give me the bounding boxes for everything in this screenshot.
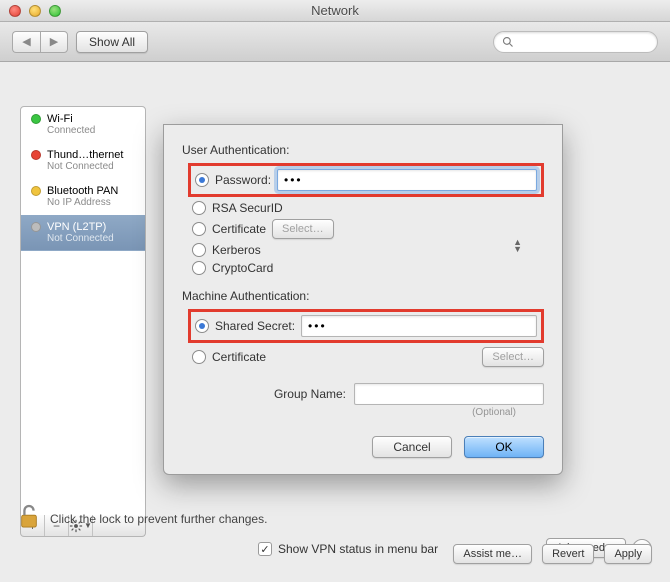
password-highlight: Password: [188, 163, 544, 197]
sidebar-item-wifi[interactable]: Wi-Fi Connected [21, 107, 145, 143]
sidebar-item-label: VPN (L2TP) [47, 221, 106, 233]
show-vpn-status-checkbox[interactable]: ✓ [258, 542, 272, 556]
crypto-radio[interactable] [192, 261, 206, 275]
shared-secret-field[interactable] [301, 315, 537, 337]
user-auth-section-label: User Authentication: [182, 143, 544, 157]
status-dot-icon [31, 186, 41, 196]
rsa-row: RSA SecurID [192, 201, 544, 215]
authentication-sheet: User Authentication: Password: RSA Secur… [163, 124, 563, 475]
machine-cert-label: Certificate [212, 350, 266, 364]
machine-cert-select-button: Select… [482, 347, 544, 367]
apply-button[interactable]: Apply [604, 544, 652, 564]
shared-secret-label: Shared Secret: [215, 319, 295, 333]
sidebar-item-label: Thund…thernet [47, 149, 123, 161]
search-icon [502, 36, 514, 48]
password-radio[interactable] [195, 173, 209, 187]
crypto-row: CryptoCard [192, 261, 544, 275]
lock-row: Click the lock to prevent further change… [18, 503, 267, 534]
status-dot-icon [31, 222, 41, 232]
status-dot-icon [31, 114, 41, 124]
group-name-label: Group Name: [274, 387, 346, 401]
window-title: Network [0, 3, 670, 18]
sidebar-item-vpn-l2tp[interactable]: VPN (L2TP) Not Connected [21, 215, 145, 251]
shared-secret-radio[interactable] [195, 319, 209, 333]
sidebar-item-status: Connected [31, 125, 137, 136]
status-dot-icon [31, 150, 41, 160]
user-cert-radio[interactable] [192, 222, 206, 236]
rsa-radio[interactable] [192, 201, 206, 215]
user-cert-label: Certificate [212, 222, 266, 236]
sidebar-item-thunderbolt-ethernet[interactable]: Thund…thernet Not Connected [21, 143, 145, 179]
user-cert-select-button: Select… [272, 219, 334, 239]
password-label: Password: [215, 173, 271, 187]
kerberos-radio[interactable] [192, 243, 206, 257]
titlebar: Network [0, 0, 670, 22]
bottom-button-row: Assist me… Revert Apply [453, 544, 652, 564]
shared-secret-highlight: Shared Secret: [188, 309, 544, 343]
machine-cert-radio[interactable] [192, 350, 206, 364]
lock-icon[interactable] [18, 503, 40, 534]
sidebar-item-status: Not Connected [31, 233, 137, 244]
show-vpn-status-label: Show VPN status in menu bar [278, 542, 438, 556]
rsa-label: RSA SecurID [212, 201, 283, 215]
sheet-button-row: Cancel OK [182, 436, 544, 458]
crypto-label: CryptoCard [212, 261, 273, 275]
show-all-button[interactable]: Show All [76, 31, 148, 53]
sidebar-item-label: Wi-Fi [47, 113, 73, 125]
machine-cert-row: Certificate Select… [192, 347, 544, 367]
network-services-list: Wi-Fi Connected Thund…thernet Not Connec… [20, 106, 146, 516]
user-cert-row: Certificate Select… [192, 219, 544, 239]
group-name-field[interactable] [354, 383, 544, 405]
sidebar-item-status: Not Connected [31, 161, 137, 172]
sidebar-item-label: Bluetooth PAN [47, 185, 118, 197]
kerberos-row: Kerberos [192, 243, 544, 257]
machine-auth-section-label: Machine Authentication: [182, 289, 544, 303]
sidebar-item-bluetooth-pan[interactable]: Bluetooth PAN No IP Address [21, 179, 145, 215]
lock-text: Click the lock to prevent further change… [50, 512, 267, 526]
group-name-row: Group Name: [182, 383, 544, 405]
forward-button[interactable]: ▶ [40, 31, 68, 53]
ok-button[interactable]: OK [464, 436, 544, 458]
revert-button[interactable]: Revert [542, 544, 594, 564]
back-button[interactable]: ◀ [12, 31, 40, 53]
main-content: Wi-Fi Connected Thund…thernet Not Connec… [0, 62, 670, 582]
group-name-optional: (Optional) [182, 407, 516, 418]
cancel-button[interactable]: Cancel [372, 436, 452, 458]
sidebar-item-status: No IP Address [31, 197, 137, 208]
toolbar: ◀ ▶ Show All [0, 22, 670, 62]
assist-me-button[interactable]: Assist me… [453, 544, 532, 564]
password-field[interactable] [277, 169, 537, 191]
kerberos-label: Kerberos [212, 243, 261, 257]
search-field[interactable] [493, 31, 658, 53]
show-vpn-status-row: ✓ Show VPN status in menu bar [258, 542, 438, 556]
nav-segment: ◀ ▶ [12, 31, 68, 53]
